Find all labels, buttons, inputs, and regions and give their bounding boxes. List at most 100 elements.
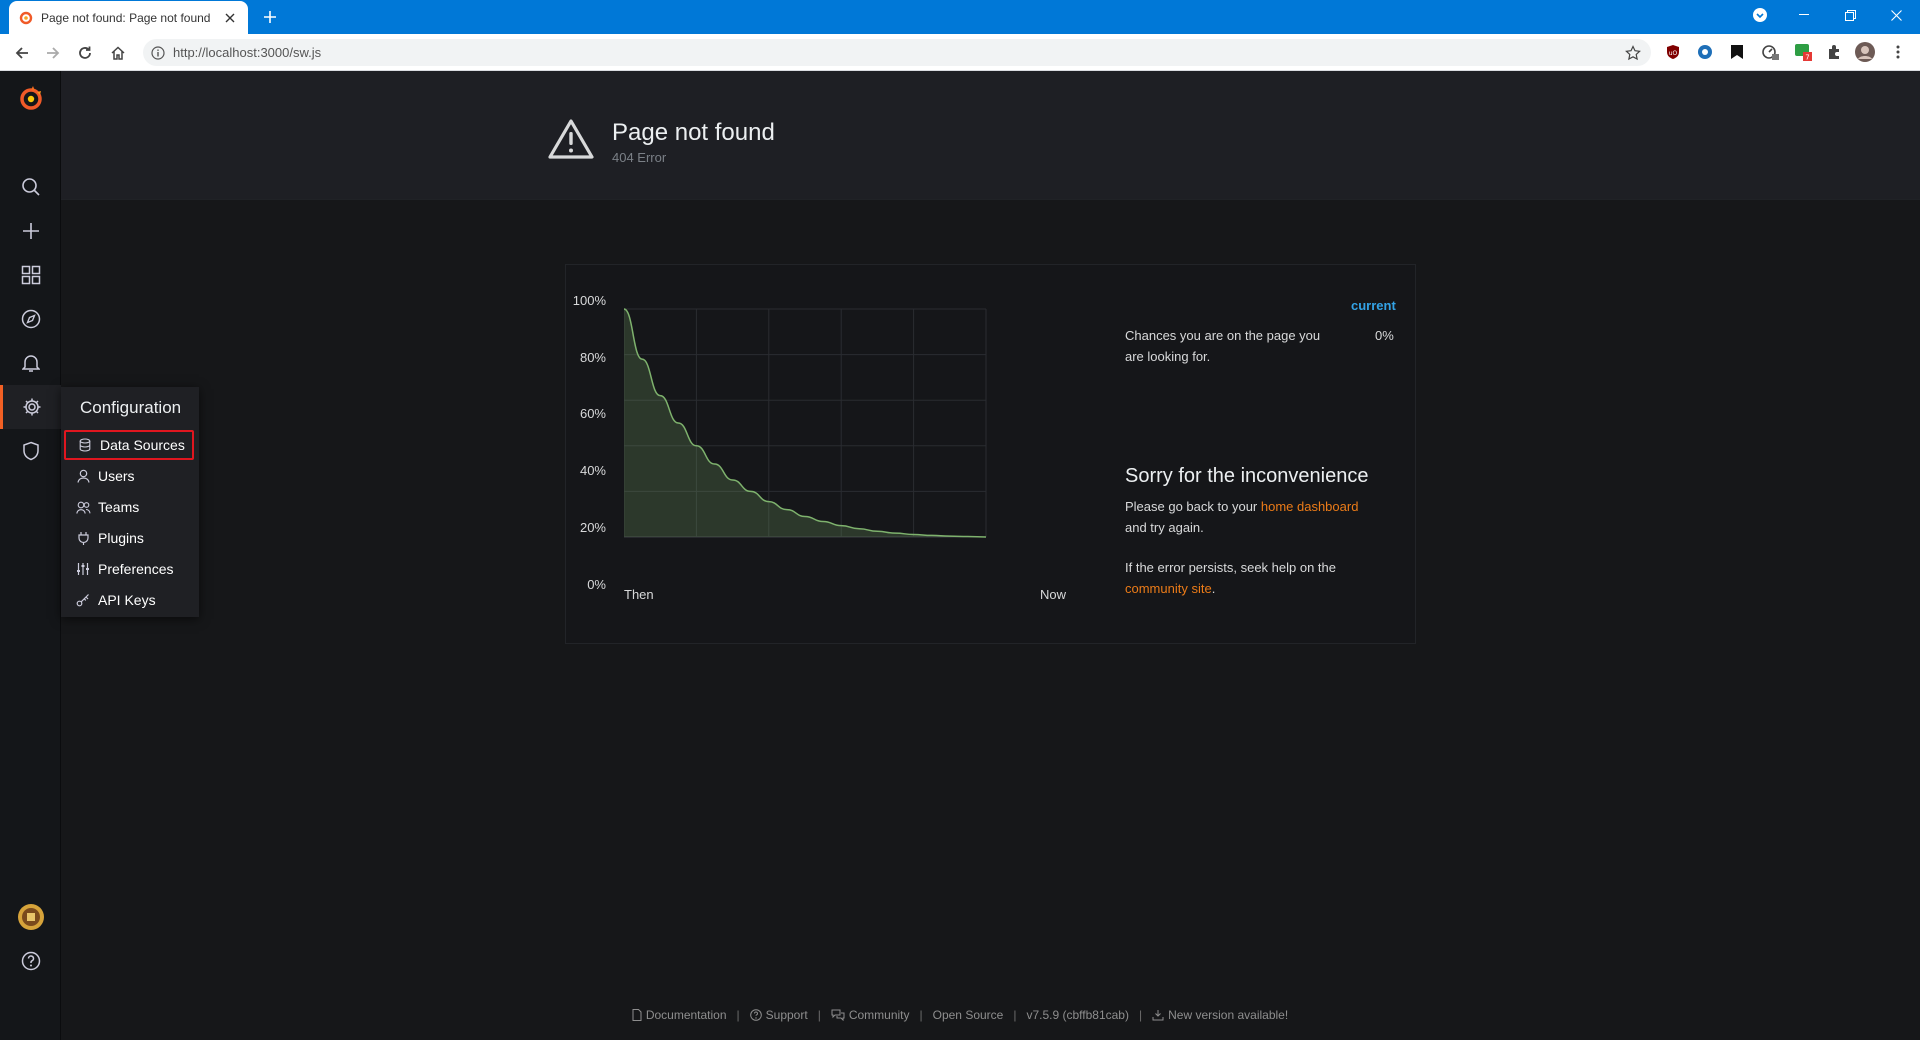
user-avatar-icon[interactable] — [1855, 42, 1875, 62]
footer-separator: | — [817, 1008, 821, 1022]
menu-item-label: API Keys — [98, 592, 156, 608]
profile-menu-icon[interactable] — [1738, 0, 1782, 30]
go-back-text-pre: Please go back to your — [1125, 499, 1261, 514]
users-icon — [74, 501, 92, 514]
speed-extension-icon[interactable] — [1760, 42, 1780, 62]
plus-icon[interactable] — [0, 209, 61, 253]
question-circle-icon — [749, 1009, 762, 1021]
y-tick-label: 60% — [579, 406, 606, 421]
ublock-extension-icon[interactable]: uO — [1663, 42, 1683, 62]
footer: Documentation | Support | Community | Op… — [0, 1005, 1920, 1025]
error-persists-text: If the error persists, seek help on the … — [1125, 557, 1405, 599]
explore-compass-icon[interactable] — [0, 297, 61, 341]
footer-documentation-link[interactable]: Documentation — [632, 1008, 727, 1022]
bookmark-star-icon[interactable] — [1625, 44, 1641, 61]
footer-community-link[interactable]: Community — [831, 1008, 910, 1022]
new-tab-button[interactable] — [258, 7, 282, 27]
close-tab-icon[interactable] — [222, 10, 238, 26]
configuration-flyout-menu: Configuration Data Sources Users Teams P… — [61, 387, 199, 617]
y-tick-label: 20% — [579, 520, 606, 535]
tab-title: Page not found: Page not found — [41, 10, 211, 25]
go-back-text: Please go back to your home dashboard an… — [1125, 496, 1405, 538]
footer-documentation-label: Documentation — [645, 1008, 727, 1022]
sorry-heading: Sorry for the inconvenience — [1125, 465, 1369, 487]
key-icon — [74, 593, 92, 607]
dashboards-icon[interactable] — [0, 253, 61, 297]
legend-header-current[interactable]: current — [1351, 295, 1396, 316]
error-persists-pre: If the error persists, seek help on the — [1125, 560, 1336, 575]
back-arrow-icon[interactable] — [11, 42, 33, 64]
footer-new-version-label: New version available! — [1168, 1008, 1289, 1022]
page-header: Page not found 404 Error — [61, 71, 1920, 200]
home-dashboard-link[interactable]: home dashboard — [1261, 499, 1359, 514]
panel-right-column: current Chances you are on the page you … — [1125, 265, 1405, 645]
reload-icon[interactable] — [74, 42, 96, 64]
footer-new-version-link[interactable]: New version available! — [1152, 1008, 1288, 1022]
footer-version: v7.5.9 (cbffb81cab) — [1026, 1008, 1129, 1022]
page-title: Page not found — [612, 119, 775, 146]
home-icon[interactable] — [107, 42, 129, 64]
menu-item-label: Data Sources — [100, 437, 185, 453]
menu-item-users[interactable]: Users — [64, 461, 194, 491]
page-subtitle: 404 Error — [612, 150, 667, 165]
y-tick-label: 40% — [579, 463, 606, 478]
menu-item-preferences[interactable]: Preferences — [64, 554, 194, 584]
footer-support-link[interactable]: Support — [749, 1008, 808, 1022]
footer-separator: | — [1138, 1008, 1143, 1022]
community-site-link[interactable]: community site — [1125, 581, 1212, 596]
grafana-favicon-icon — [19, 11, 33, 25]
menu-item-teams[interactable]: Teams — [64, 492, 194, 522]
legend-series-name: Chances you are on the page you are look… — [1125, 328, 1321, 364]
menu-item-label: Teams — [98, 499, 140, 515]
close-window-icon[interactable] — [1874, 0, 1918, 30]
menu-item-api-keys[interactable]: API Keys — [64, 585, 194, 615]
plug-icon — [74, 531, 92, 545]
go-back-text-post: and try again. — [1125, 520, 1204, 535]
chances-chart — [624, 308, 987, 538]
footer-community-label: Community — [848, 1008, 910, 1022]
restore-icon[interactable] — [1828, 0, 1872, 30]
shield-icon[interactable] — [0, 429, 61, 473]
configuration-gear-icon[interactable] — [0, 385, 61, 429]
address-bar[interactable]: http://localhost:3000/sw.js — [143, 39, 1651, 66]
puzzle-extensions-icon[interactable] — [1824, 42, 1844, 62]
svg-text:uO: uO — [1669, 50, 1678, 57]
extension-blue-icon[interactable] — [1695, 42, 1715, 62]
menu-item-label: Users — [98, 468, 135, 484]
svg-text:7: 7 — [1805, 54, 1809, 62]
footer-version-label: v7.5.9 (cbffb81cab) — [1026, 1008, 1129, 1022]
comments-icon — [831, 1009, 845, 1021]
footer-open-source-link[interactable]: Open Source — [933, 1008, 1004, 1022]
footer-separator: | — [1013, 1008, 1017, 1022]
more-menu-icon[interactable] — [1888, 42, 1908, 62]
warning-triangle-icon — [547, 118, 595, 160]
avatar[interactable] — [0, 895, 61, 939]
document-icon — [632, 1009, 642, 1021]
y-tick-label: 100% — [572, 293, 606, 308]
footer-separator: | — [919, 1008, 923, 1022]
database-icon — [76, 438, 94, 452]
browser-tab-bar: Page not found: Page not found — [0, 0, 1920, 34]
info-icon[interactable] — [151, 45, 165, 60]
forward-arrow-icon[interactable] — [42, 42, 64, 64]
minimize-icon[interactable] — [1782, 0, 1826, 30]
footer-separator: | — [736, 1008, 740, 1022]
y-tick-label: 80% — [579, 350, 606, 365]
bookmark-extension-icon[interactable] — [1727, 42, 1747, 62]
menu-item-plugins[interactable]: Plugins — [64, 523, 194, 553]
download-icon — [1152, 1009, 1164, 1021]
search-icon[interactable] — [0, 165, 61, 209]
green-extension-icon[interactable]: 7 — [1793, 42, 1813, 62]
grafana-logo[interactable] — [0, 74, 61, 122]
not-found-panel: 100% 80% 60% 40% 20% 0% Then Now current… — [565, 264, 1416, 644]
alerting-bell-icon[interactable] — [0, 341, 61, 385]
flyout-header[interactable]: Configuration — [61, 387, 199, 429]
legend-series-value: 0% — [1375, 328, 1394, 343]
x-axis-label-now: Now — [1040, 587, 1067, 602]
help-icon[interactable] — [0, 939, 61, 983]
x-axis-label-then: Then — [624, 587, 654, 602]
menu-item-label: Preferences — [98, 561, 174, 577]
error-persists-post: . — [1211, 581, 1216, 596]
menu-item-data-sources[interactable]: Data Sources — [64, 430, 194, 460]
browser-tab[interactable]: Page not found: Page not found — [9, 1, 248, 34]
